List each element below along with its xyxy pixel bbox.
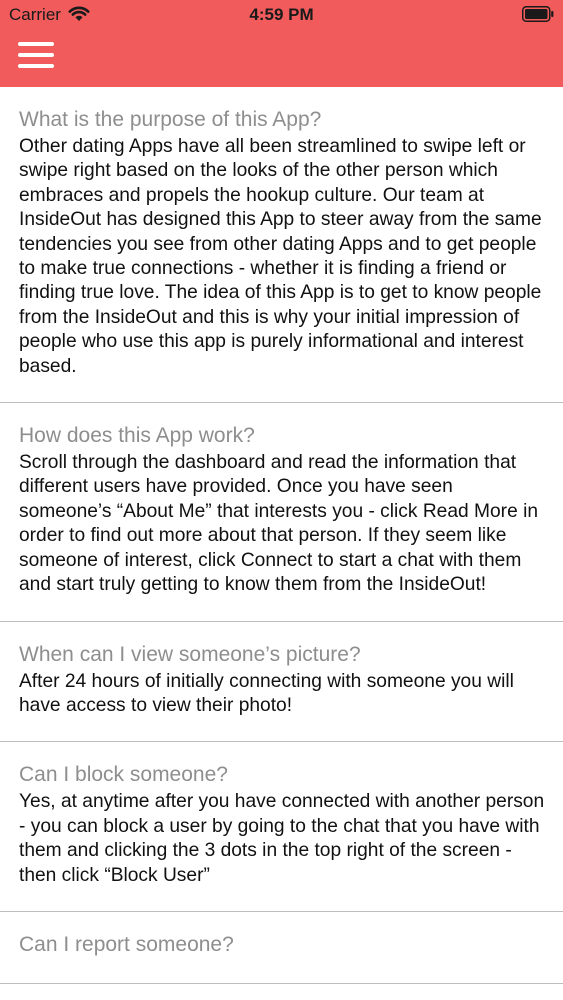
faq-question: Can I report someone? [19, 932, 234, 956]
battery-icon [522, 6, 554, 22]
faq-list[interactable]: What is the purpose of this App? Other d… [0, 87, 563, 1000]
faq-item: When can I view someone’s picture? After… [0, 622, 563, 743]
faq-question: What is the purpose of this App? [19, 108, 322, 131]
faq-question: Can I block someone? [19, 763, 228, 787]
menu-button[interactable] [12, 36, 60, 78]
faq-item: What is the purpose of this App? Other d… [0, 87, 563, 404]
faq-question: When can I view someone’s picture? [19, 642, 361, 666]
faq-answer: Scroll through the dashboard and read th… [19, 452, 538, 596]
faq-question: How does this App work? [19, 424, 255, 448]
app-header: Carrier 4:59 PM [0, 0, 563, 87]
faq-answer: After 24 hours of initially connecting w… [19, 670, 514, 716]
faq-answer: Other dating Apps have all been streamli… [19, 136, 542, 377]
faq-item: Can I block someone? Yes, at anytime aft… [0, 742, 563, 912]
faq-item: Can I report someone? [0, 912, 563, 984]
faq-answer: Yes, at anytime after you have connected… [19, 791, 545, 886]
status-bar: Carrier 4:59 PM [0, 0, 563, 30]
status-time: 4:59 PM [249, 5, 314, 24]
faq-item: How does this App work? Scroll through t… [0, 403, 563, 622]
